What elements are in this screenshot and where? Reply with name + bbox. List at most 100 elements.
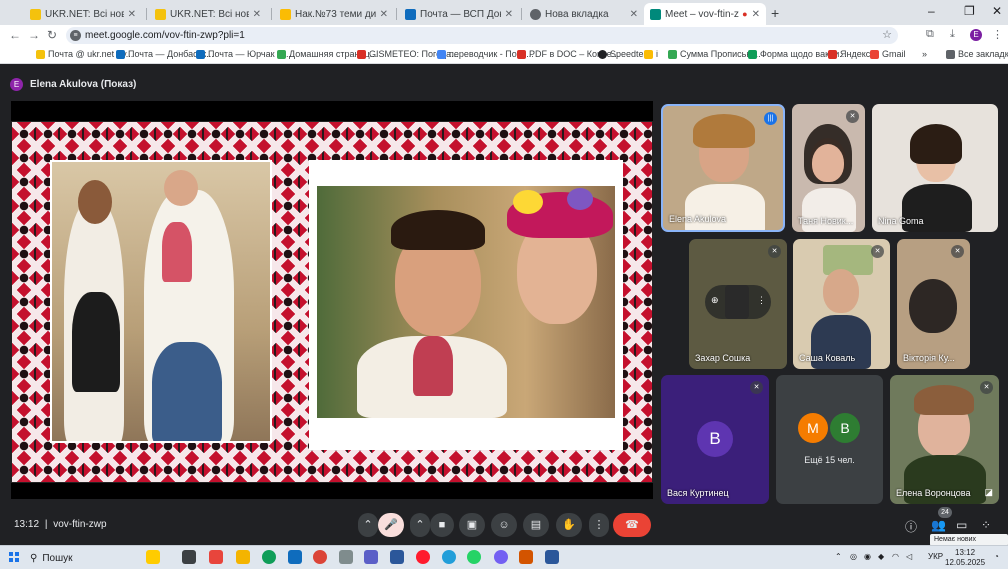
tab-label: Почта — ВСП Донбаський агр... [420, 8, 501, 20]
leave-call-button[interactable]: ☎ [613, 513, 651, 537]
teams-icon[interactable] [364, 550, 378, 564]
chat-icon[interactable]: ▭ [956, 518, 967, 532]
chrome-icon[interactable] [313, 550, 327, 564]
notifications-icon[interactable]: ◔ [994, 552, 999, 561]
word-icon[interactable] [545, 550, 559, 564]
participant-tile[interactable]: ⊕ ⋮ ✕ Захар Сошка [689, 239, 787, 369]
app-icon[interactable] [339, 550, 353, 564]
bookmark-star-icon[interactable]: ☆ [882, 28, 892, 41]
bookmark-item[interactable]: Яндекс [828, 49, 870, 59]
form-icon [748, 49, 757, 59]
participant-tile[interactable]: ✕ Таня Новик... [792, 104, 865, 232]
bookmarks-overflow-icon[interactable]: » [922, 49, 927, 59]
browser-tab[interactable]: Нова вкладка ✕ [524, 3, 644, 25]
activities-icon[interactable]: ⁘ [981, 518, 991, 532]
extensions-icon[interactable]: ⧉ [926, 28, 934, 41]
participant-tile[interactable]: ✕ ◪ Елена Воронцова [890, 375, 999, 504]
more-options-button[interactable]: ⋮ [589, 513, 609, 537]
new-tab-button[interactable]: + [771, 5, 779, 21]
bookmarks-bar: Почта @ ukr.net - у... Почта — Донбаськ.… [0, 46, 1008, 64]
task-view-icon[interactable] [182, 550, 196, 564]
recording-icon: ● [742, 9, 748, 19]
widgets-icon[interactable] [146, 550, 160, 564]
tab-label: UKR.NET: Всі новини Україн... [45, 8, 124, 20]
reload-button[interactable]: ↻ [47, 28, 57, 42]
forward-button[interactable]: → [28, 28, 40, 42]
outlook-icon[interactable] [288, 550, 302, 564]
mic-off-icon: ✕ [980, 381, 993, 394]
more-options-icon[interactable]: ⋮ [757, 295, 766, 306]
tray-chevron-icon[interactable]: ⌃ [835, 552, 842, 561]
microphone-button[interactable]: 🎤 [378, 513, 404, 537]
maximize-button[interactable]: ❐ [964, 4, 975, 18]
download-icon[interactable]: ⤓ [950, 28, 955, 41]
system-clock[interactable]: 13:12 12.05.2025 [945, 548, 985, 568]
browser-tab[interactable]: UKR.NET: Всі новини Україн... ✕ [149, 3, 267, 25]
captions-button[interactable]: ▤ [523, 513, 549, 537]
windows-start-icon[interactable] [9, 552, 19, 562]
people-icon[interactable]: 👥 [931, 518, 946, 532]
close-window-button[interactable]: ✕ [992, 4, 1002, 18]
more-participants-tile[interactable]: M B Ещё 15 чел. [776, 375, 883, 504]
participant-tile[interactable]: ✕ Саша Коваль [793, 239, 890, 369]
bookmark-item[interactable]: Сумма Прописью... [668, 49, 761, 59]
outlook-icon [116, 49, 125, 59]
shared-screen[interactable] [11, 101, 653, 499]
camera-button[interactable]: ■ [430, 513, 454, 537]
bookmark-item[interactable]: i [644, 49, 658, 59]
calculator-icon[interactable] [390, 550, 404, 564]
mic-off-icon: ✕ [768, 245, 781, 258]
tray-app-icon[interactable]: ◉ [864, 552, 871, 561]
site-info-icon[interactable]: ≡ [70, 30, 81, 41]
close-icon[interactable]: ✕ [505, 9, 513, 20]
browser-tab[interactable]: Почта — ВСП Донбаський агр... ✕ [399, 3, 519, 25]
tray-app-icon[interactable]: ◎ [850, 552, 857, 561]
taskbar-search[interactable]: ⚲ Пошук [30, 550, 130, 566]
address-bar[interactable]: ≡ meet.google.com/vov-ftin-zwp?pli=1 ☆ [66, 27, 898, 44]
bookmark-item[interactable]: Gmail [870, 49, 906, 59]
file-explorer-icon[interactable] [236, 550, 250, 564]
whatsapp-icon[interactable] [467, 550, 481, 564]
speaking-indicator-icon: ||| [764, 112, 777, 125]
viber-icon[interactable] [494, 550, 508, 564]
back-button[interactable]: ← [9, 28, 21, 42]
close-icon[interactable]: ✕ [380, 9, 388, 20]
document-icon [280, 8, 291, 20]
close-icon[interactable]: ✕ [253, 9, 261, 20]
outlook-icon [405, 8, 416, 20]
participant-tile[interactable]: ✕ Вікторія Ку... [897, 239, 970, 369]
participant-name: Вікторія Ку... [903, 353, 955, 363]
video-options-button[interactable]: ⌃ [410, 513, 430, 537]
presenter-label: Elena Akulova (Показ) [30, 78, 137, 90]
present-button[interactable]: ▣ [459, 513, 485, 537]
wifi-icon[interactable]: ◠ [892, 552, 899, 561]
menu-icon[interactable]: ⋮ [992, 28, 1003, 41]
language-indicator[interactable]: УКР [928, 552, 943, 561]
close-icon[interactable]: ✕ [752, 9, 760, 20]
info-icon[interactable]: ⓘ [905, 518, 917, 535]
raise-hand-button[interactable]: ✋ [556, 513, 582, 537]
telegram-icon[interactable] [442, 550, 456, 564]
pin-icon[interactable]: ⊕ [711, 295, 719, 306]
browser-tab[interactable]: Нак.№73 теми дипл. проектів... ✕ [274, 3, 394, 25]
participant-tile[interactable]: ||| Elena Akulova [661, 104, 785, 232]
tray-app-icon[interactable]: ◆ [878, 552, 884, 561]
edge-icon[interactable] [262, 550, 276, 564]
paint-icon[interactable] [519, 550, 533, 564]
participant-tile[interactable]: B ✕ Вася Куртинец [661, 375, 769, 504]
close-icon[interactable]: ✕ [128, 9, 136, 20]
minimize-button[interactable]: – [928, 4, 935, 18]
bookmark-item[interactable]: Speedtest [598, 49, 651, 59]
meeting-time: 13:12 [14, 519, 40, 530]
participant-tile[interactable]: Nina Goma [872, 104, 998, 232]
opera-icon[interactable] [416, 550, 430, 564]
close-icon[interactable]: ✕ [630, 9, 638, 20]
copilot-icon[interactable] [209, 550, 223, 564]
emoji-button[interactable]: ☺ [491, 513, 517, 537]
browser-tab[interactable]: UKR.NET: Всі новини Україн... ✕ [24, 3, 142, 25]
volume-icon[interactable]: ◁ [906, 552, 912, 561]
profile-avatar[interactable]: E [970, 29, 982, 41]
browser-tab-active[interactable]: Meet – vov-ftin-zwp ● ✕ [644, 3, 766, 25]
all-bookmarks[interactable]: Все закладки [946, 49, 1008, 59]
audio-options-button[interactable]: ⌃ [358, 513, 378, 537]
